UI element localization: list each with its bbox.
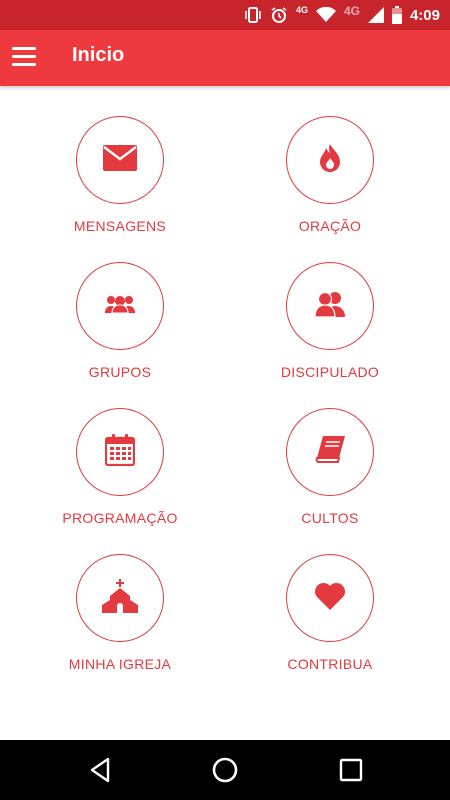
battery-icon	[391, 6, 402, 24]
calendar-icon	[104, 433, 136, 471]
menu-icon[interactable]	[12, 47, 36, 69]
tile-mensagens[interactable]: MENSAGENS	[20, 86, 220, 234]
status-icons: 4G 4G 4:09	[244, 4, 440, 26]
status-bar: 4G 4G 4:09	[0, 0, 450, 30]
tile-grupos[interactable]: GRUPOS	[20, 232, 220, 380]
back-button[interactable]	[86, 755, 116, 785]
tile-cultos[interactable]: CULTOS	[230, 378, 430, 526]
tile-circle	[286, 116, 374, 204]
tile-programacao[interactable]: PROGRAMAÇÃO	[20, 378, 220, 526]
tile-circle	[76, 262, 164, 350]
page-title: Inicio	[72, 44, 125, 66]
tile-circle	[286, 554, 374, 642]
recents-button[interactable]	[336, 755, 366, 785]
wifi-icon	[315, 7, 336, 23]
tile-circle	[76, 554, 164, 642]
network-type-label: 4G	[295, 5, 308, 15]
signal-icon	[367, 7, 384, 23]
book-icon	[315, 435, 345, 469]
vibrate-icon	[244, 6, 262, 24]
tile-circle	[286, 262, 374, 350]
tile-minha-igreja[interactable]: MINHA IGREJA	[20, 524, 220, 672]
tile-contribua[interactable]: CONTRIBUA	[230, 524, 430, 672]
envelope-icon	[103, 144, 137, 176]
app-bar: Inicio	[0, 30, 450, 86]
people-icon	[314, 291, 345, 322]
tile-circle	[76, 116, 164, 204]
tile-oracao[interactable]: ORAÇÃO	[230, 86, 430, 234]
group-icon	[105, 295, 135, 318]
flame-icon	[320, 143, 340, 177]
navigation-bar	[0, 740, 450, 800]
church-icon	[102, 578, 138, 618]
tile-circle	[286, 408, 374, 496]
clock: 4:09	[409, 6, 440, 24]
tile-label: MINHA IGREJA	[68, 656, 172, 672]
tile-discipulado[interactable]: DISCIPULADO	[230, 232, 430, 380]
alarm-icon	[270, 6, 288, 24]
menu-grid: MENSAGENS ORAÇÃO GRUPOS DISCIPULADO PROG…	[0, 86, 450, 740]
network-type-label-2: 4G	[343, 4, 360, 18]
home-button[interactable]	[210, 755, 240, 785]
heart-icon	[314, 582, 346, 615]
tile-circle	[76, 408, 164, 496]
tile-label: CONTRIBUA	[287, 656, 373, 672]
